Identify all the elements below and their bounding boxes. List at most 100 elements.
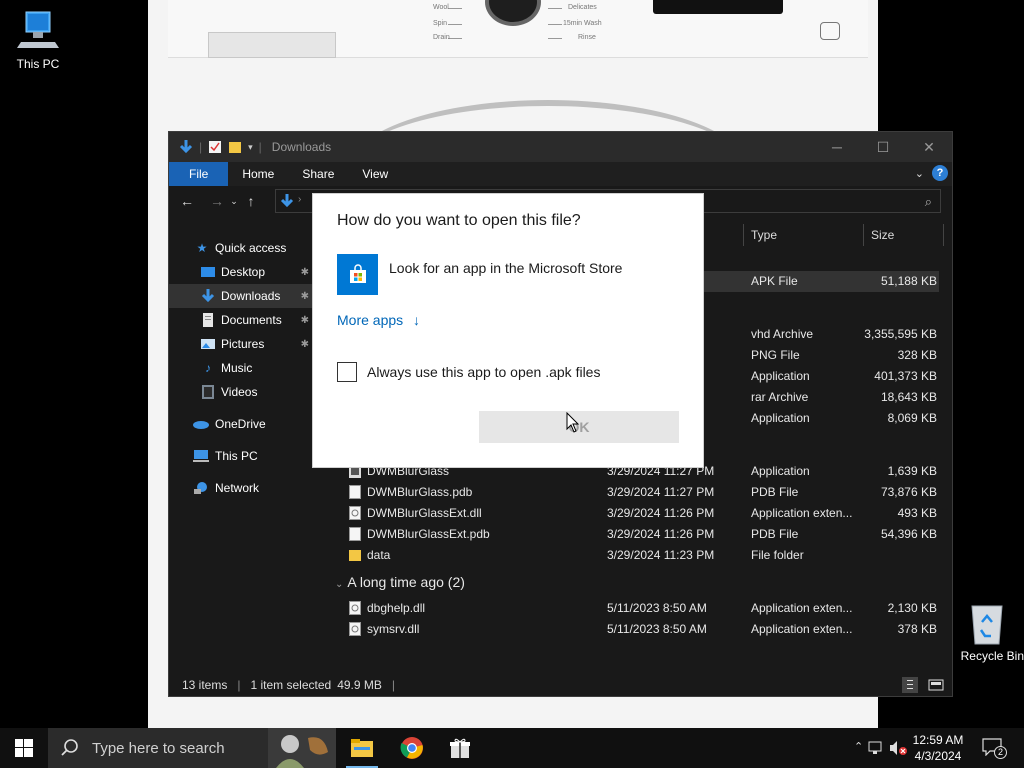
tab-view[interactable]: View bbox=[348, 162, 402, 186]
sidebar-item-network[interactable]: Network bbox=[169, 476, 327, 500]
desktop-icon-this-pc[interactable]: This PC bbox=[10, 8, 66, 71]
file-type: Application bbox=[751, 369, 810, 383]
forward-arrow-icon[interactable]: → bbox=[206, 193, 228, 209]
item-count: 13 items bbox=[182, 678, 228, 692]
washer-label-15min: 15min Wash bbox=[563, 20, 602, 27]
details-view-icon[interactable] bbox=[902, 677, 918, 693]
taskbar-file-explorer[interactable] bbox=[338, 728, 386, 768]
table-row[interactable]: dbghelp.dll 5/11/2023 8:50 AM Applicatio… bbox=[327, 598, 939, 619]
pin-icon: ✱ bbox=[300, 290, 309, 302]
star-icon: ★ bbox=[196, 241, 208, 255]
back-arrow-icon[interactable]: ← bbox=[176, 193, 198, 209]
table-row[interactable]: DWMBlurGlassExt.dll 3/29/2024 11:26 PM A… bbox=[327, 503, 939, 524]
start-button[interactable] bbox=[0, 728, 48, 768]
file-date: 3/29/2024 11:26 PM bbox=[607, 506, 715, 520]
network-icon[interactable] bbox=[868, 741, 884, 755]
table-row[interactable]: data 3/29/2024 11:23 PM File folder bbox=[327, 545, 939, 566]
selection-size: 49.9 MB bbox=[337, 678, 382, 692]
more-apps-label: More apps bbox=[337, 312, 404, 328]
recent-locations-chevron-icon[interactable]: ⌄ bbox=[228, 196, 240, 207]
selection-info: 1 item selected bbox=[250, 678, 332, 692]
volume-muted-icon[interactable] bbox=[888, 740, 908, 756]
sidebar-item-downloads[interactable]: Downloads ✱ bbox=[169, 284, 327, 308]
sidebar-item-onedrive[interactable]: OneDrive bbox=[169, 412, 327, 436]
clock[interactable]: 12:59 AM 4/3/2024 bbox=[906, 732, 970, 764]
sidebar-item-this-pc[interactable]: This PC bbox=[169, 444, 327, 468]
sidebar-item-videos[interactable]: Videos bbox=[169, 380, 327, 404]
file-size: 54,396 KB bbox=[880, 527, 937, 541]
pictures-icon bbox=[201, 337, 215, 351]
sidebar-item-label: Downloads bbox=[221, 289, 281, 303]
notifications-button[interactable]: 2 bbox=[982, 738, 1007, 759]
customize-toolbar-chevron-icon[interactable]: ▾ bbox=[248, 142, 253, 153]
tab-file[interactable]: File bbox=[169, 162, 229, 186]
search-placeholder: Type here to search bbox=[92, 739, 225, 757]
expand-ribbon-chevron-icon[interactable]: ⌄ bbox=[915, 167, 924, 180]
taskbar-gift-app[interactable] bbox=[436, 728, 484, 768]
separator: | bbox=[199, 140, 203, 154]
table-row[interactable]: DWMBlurGlass.pdb 3/29/2024 11:27 PM PDB … bbox=[327, 482, 939, 503]
column-header-type[interactable]: Type bbox=[751, 222, 777, 248]
sidebar-item-music[interactable]: ♪ Music bbox=[169, 356, 327, 380]
file-date: 3/29/2024 11:27 PM bbox=[607, 485, 715, 499]
help-icon[interactable]: ? bbox=[932, 165, 948, 181]
properties-icon[interactable] bbox=[208, 140, 222, 154]
always-use-checkbox-row[interactable]: Always use this app to open .apk files bbox=[337, 362, 600, 382]
sidebar-item-quick-access[interactable]: ★ Quick access bbox=[169, 236, 327, 260]
search-icon[interactable]: ⌕ bbox=[925, 194, 932, 210]
new-folder-icon[interactable] bbox=[228, 140, 242, 154]
taskbar-chrome[interactable] bbox=[388, 728, 436, 768]
desktop-icon-recycle-bin[interactable]: Recycle Bin bbox=[946, 600, 1024, 663]
search-icon bbox=[61, 739, 78, 756]
sidebar-item-documents[interactable]: Documents ✱ bbox=[169, 308, 327, 332]
up-arrow-icon[interactable]: ↑ bbox=[240, 193, 262, 209]
file-date: 5/11/2023 8:50 AM bbox=[607, 601, 707, 615]
desktop-folder-icon bbox=[201, 265, 215, 279]
file-date: 5/11/2023 8:50 AM bbox=[607, 622, 707, 636]
file-icon bbox=[349, 485, 361, 499]
large-icons-view-icon[interactable] bbox=[928, 677, 944, 693]
table-row[interactable]: DWMBlurGlassExt.pdb 3/29/2024 11:26 PM P… bbox=[327, 524, 939, 545]
search-highlight-illustration-icon[interactable] bbox=[268, 728, 336, 768]
file-size: 328 KB bbox=[897, 348, 937, 362]
folder-icon bbox=[349, 550, 361, 561]
sidebar-item-label: Network bbox=[215, 481, 260, 495]
maximize-button[interactable]: ☐ bbox=[860, 132, 906, 162]
show-hidden-icons-chevron-icon[interactable]: ⌃ bbox=[854, 740, 863, 753]
sidebar-item-label: Music bbox=[221, 361, 253, 375]
sidebar-item-pictures[interactable]: Pictures ✱ bbox=[169, 332, 327, 356]
file-size: 401,373 KB bbox=[874, 369, 937, 383]
file-size: 73,876 KB bbox=[880, 485, 937, 499]
file-type: rar Archive bbox=[751, 390, 809, 404]
file-size: 1,639 KB bbox=[887, 464, 937, 478]
dialog-title: How do you want to open this file? bbox=[337, 212, 581, 229]
more-apps-link[interactable]: More apps ↓ bbox=[337, 312, 420, 328]
window-title: Downloads bbox=[271, 140, 332, 154]
pin-icon: ✱ bbox=[300, 266, 309, 278]
tab-home[interactable]: Home bbox=[228, 162, 288, 186]
videos-icon bbox=[201, 385, 215, 399]
group-header[interactable]: ⌄ A long time ago (2) bbox=[335, 574, 465, 590]
file-date: 3/29/2024 11:23 PM bbox=[607, 548, 715, 562]
file-type: Application exten... bbox=[751, 601, 853, 615]
this-pc-icon bbox=[17, 11, 59, 48]
downloads-arrow-icon bbox=[280, 194, 294, 208]
minimize-button[interactable]: ─ bbox=[814, 132, 860, 162]
table-row[interactable]: symsrv.dll 5/11/2023 8:50 AM Application… bbox=[327, 619, 939, 640]
tab-share[interactable]: Share bbox=[288, 162, 348, 186]
title-bar[interactable]: | ▾ | Downloads ─ ☐ ✕ bbox=[169, 132, 952, 162]
always-use-checkbox[interactable] bbox=[337, 362, 357, 382]
washer-detergent-drawer bbox=[208, 32, 336, 58]
taskbar-search-box[interactable]: Type here to search bbox=[48, 728, 336, 768]
washer-label-rinse: Rinse bbox=[578, 34, 596, 41]
column-header-size[interactable]: Size bbox=[871, 222, 894, 248]
file-name: symsrv.dll bbox=[367, 622, 420, 636]
close-button[interactable]: ✕ bbox=[906, 132, 952, 162]
microsoft-store-option[interactable]: Look for an app in the Microsoft Store bbox=[337, 254, 622, 295]
breadcrumb-chevron-icon: › bbox=[298, 194, 302, 205]
downloads-arrow-icon bbox=[201, 289, 215, 303]
file-size: 18,643 KB bbox=[880, 390, 937, 404]
sidebar-item-desktop[interactable]: Desktop ✱ bbox=[169, 260, 327, 284]
windows-logo-icon bbox=[15, 739, 33, 757]
taskbar: Type here to search ⌃ 12:59 AM 4/3/2024 … bbox=[0, 728, 1024, 768]
